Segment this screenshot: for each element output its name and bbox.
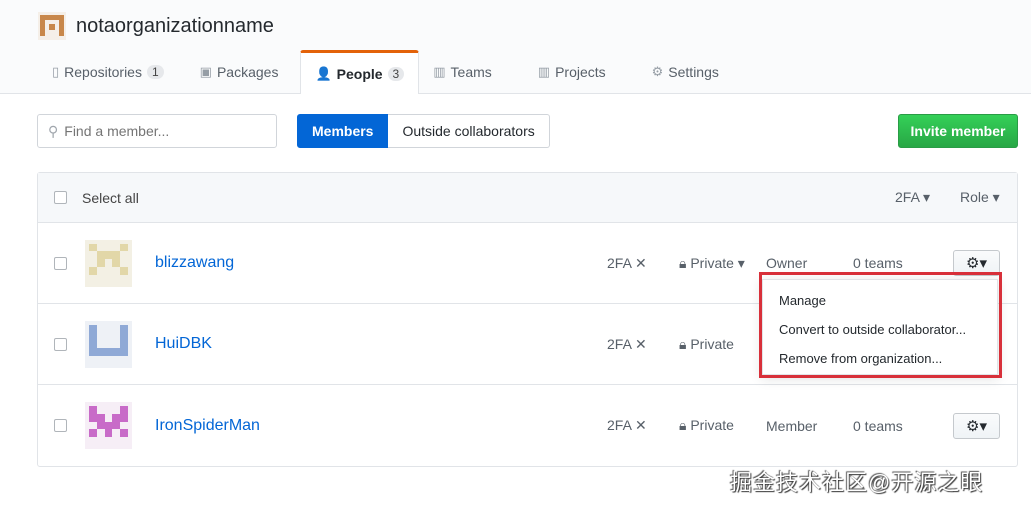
tab-settings[interactable]: ⚙ Settings [638,50,733,94]
2fa-status: 2FA ✕ [607,335,647,352]
tab-label: Teams [450,64,492,80]
tab-teams[interactable]: ▥ Teams [419,50,506,94]
visibility-text: Private [690,335,734,352]
org-title: notaorganizationname [38,12,274,40]
visibility-label: 🔒︎ Private [679,417,734,434]
tab-repositories[interactable]: ▯ Repositories 1 [38,50,178,94]
person-icon: 👤 [315,65,332,81]
2fa-status: 2FA ✕ [607,417,647,433]
org-name[interactable]: notaorganizationname [76,15,274,38]
gear-icon: ⚙▾ [966,255,987,272]
avatar [85,239,132,287]
tab-label: Packages [216,64,279,80]
members-filter-button[interactable]: Members [297,114,389,148]
search-icon: ⚲ [48,122,59,139]
member-actions-menu: Manage Convert to outside collaborator..… [762,279,998,375]
member-row: IronSpiderMan 2FA ✕ 🔒︎ Private Member 0 … [38,385,1017,466]
visibility-text: Private [690,417,734,433]
tab-people[interactable]: 👤 People 3 [300,50,420,94]
project-icon: ▥ [537,64,551,79]
org-header: notaorganizationname ▯ Repositories 1 ▣ Pac… [0,0,1031,94]
tab-projects[interactable]: ▥ Projects [524,50,620,94]
member-username[interactable]: HuiDBK [155,335,212,353]
member-settings-button[interactable]: ⚙▾ [953,250,1000,276]
2fa-status: 2FA ✕ [607,254,647,271]
2fa-filter[interactable]: 2FA ▾ [895,189,930,206]
member-checkbox[interactable] [54,337,67,351]
member-teams[interactable]: 0 teams [853,418,903,434]
role-filter[interactable]: Role ▾ [960,189,1000,206]
visibility-label: Private ▾ [690,254,745,271]
tab-label: People [336,65,383,82]
invite-member-button[interactable]: Invite member [898,114,1018,148]
select-all-checkbox[interactable] [54,191,67,204]
gear-icon: ⚙▾ [966,417,987,435]
lock-icon: 🔒︎ [679,417,687,433]
member-checkbox[interactable] [54,256,67,270]
package-icon: ▣ [199,64,212,79]
visibility-dropdown[interactable]: 🔒︎ Private ▾ [679,255,745,272]
table-header: Select all 2FA ▾ Role ▾ [38,173,1017,223]
menu-item-remove[interactable]: Remove from organization... [763,344,997,373]
member-teams[interactable]: 0 teams [853,255,903,271]
watermark: 掘金技术社区@开源之眼 [730,470,984,495]
member-username[interactable]: IronSpiderMan [155,417,260,435]
gear-icon: ⚙ [651,64,664,79]
member-role[interactable]: Owner [766,255,807,271]
lock-icon: 🔒︎ [679,335,687,352]
select-all-label[interactable]: Select all [82,190,139,206]
tab-count: 1 [146,65,164,79]
jersey-icon: ▥ [433,64,446,79]
search-input[interactable] [64,123,255,139]
lock-icon: 🔒︎ [679,254,687,271]
avatar [85,320,132,368]
outside-collaborators-button[interactable]: Outside collaborators [388,114,550,148]
visibility-label: 🔒︎ Private [679,336,734,353]
tab-label: Repositories [64,64,142,80]
member-checkbox[interactable] [54,419,67,432]
org-avatar [38,12,66,40]
member-filter: Members Outside collaborators [297,114,550,148]
member-username[interactable]: blizzawang [155,254,234,272]
repo-icon: ▯ [52,64,60,79]
menu-item-convert[interactable]: Convert to outside collaborator... [763,315,997,344]
member-role[interactable]: Member [766,418,817,434]
tab-count: 3 [387,66,405,81]
tab-label: Projects [555,64,606,80]
member-search[interactable]: ⚲ [37,114,277,148]
org-tabs: ▯ Repositories 1 ▣ Packages 👤 People 3 ▥ Teams… [38,50,733,94]
menu-item-manage[interactable]: Manage [763,286,997,315]
member-settings-button[interactable]: ⚙▾ [953,412,1000,439]
avatar [85,402,132,449]
tab-label: Settings [668,64,719,80]
tab-packages[interactable]: ▣ Packages [186,50,293,94]
